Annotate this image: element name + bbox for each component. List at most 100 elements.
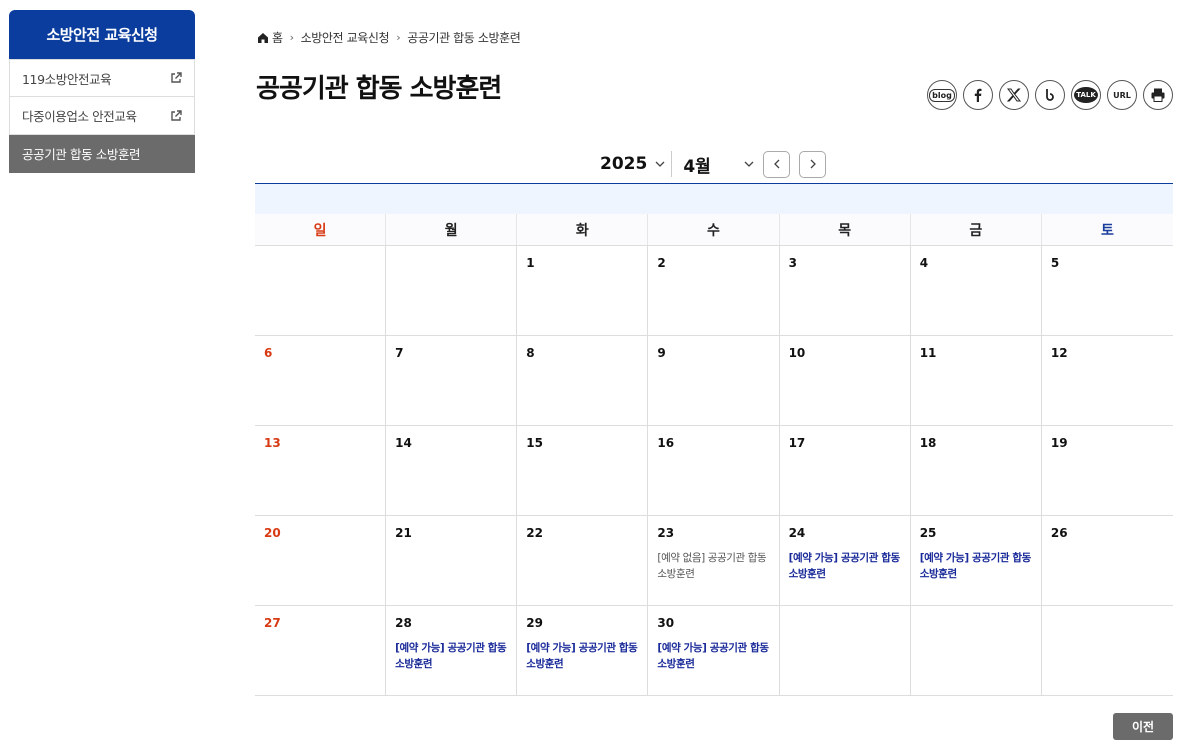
calendar-day-cell[interactable]: 12: [1041, 336, 1173, 426]
calendar-day-cell[interactable]: 14: [386, 426, 518, 516]
x-share-button[interactable]: [999, 80, 1029, 110]
calendar-day-cell[interactable]: 16: [648, 426, 780, 516]
sidebar-title: 소방안전 교육신청: [9, 10, 195, 59]
day-number: 7: [395, 346, 404, 360]
sidebar-item-multi-use[interactable]: 다중이용업소 안전교육: [9, 97, 195, 135]
calendar-day-cell[interactable]: 18: [910, 426, 1042, 516]
calendar-day-cell[interactable]: 27: [255, 606, 387, 696]
talk-icon: TALK: [1074, 87, 1098, 103]
calendar-day-cell[interactable]: 9: [648, 336, 780, 426]
calendar-day-cell[interactable]: 17: [779, 426, 911, 516]
calendar-event-link[interactable]: [예약 가능] 공공기관 합동 소방훈련: [395, 640, 507, 672]
year-value: 2025: [600, 154, 648, 174]
calendar-day-cell[interactable]: 3: [779, 246, 911, 336]
weekday-mon: 월: [386, 214, 518, 245]
url-icon: URL: [1113, 90, 1131, 100]
day-number: 26: [1050, 526, 1068, 540]
day-number: 24: [788, 526, 806, 540]
calendar-day-cell[interactable]: 24 [예약 가능] 공공기관 합동 소방훈련: [779, 516, 911, 606]
band-share-button[interactable]: [1035, 80, 1065, 110]
calendar-day-cell: [910, 606, 1042, 696]
sidebar-item-label: 공공기관 합동 소방훈련: [22, 147, 141, 162]
day-number: 12: [1050, 346, 1068, 360]
weekday-fri: 금: [910, 214, 1042, 245]
calendar-day-cell[interactable]: 7: [386, 336, 518, 426]
day-number: 25: [919, 526, 937, 540]
calendar-day-cell[interactable]: 23 [예약 없음] 공공기관 합동 소방훈련: [648, 516, 780, 606]
weekday-sun: 일: [255, 214, 387, 245]
chevron-down-icon: [655, 161, 665, 167]
kakaotalk-share-button[interactable]: TALK: [1071, 80, 1101, 110]
day-number: 10: [788, 346, 806, 360]
calendar-day-cell[interactable]: 25 [예약 가능] 공공기관 합동 소방훈련: [910, 516, 1042, 606]
day-number: 9: [657, 346, 666, 360]
prev-button[interactable]: 이전: [1113, 713, 1173, 740]
calendar-day-cell[interactable]: 1: [517, 246, 649, 336]
day-number: 15: [526, 436, 543, 450]
weekday-sat: 토: [1041, 214, 1173, 245]
breadcrumb-education[interactable]: 소방안전 교육신청: [301, 29, 390, 46]
url-copy-button[interactable]: URL: [1107, 80, 1137, 110]
blog-share-button[interactable]: blog: [927, 80, 957, 110]
month-select[interactable]: 4월: [672, 152, 754, 177]
calendar-day-cell[interactable]: 29 [예약 가능] 공공기관 합동 소방훈련: [517, 606, 649, 696]
chevron-right-icon: ›: [289, 31, 294, 44]
month-navigation: 2025 4월: [600, 150, 827, 178]
day-number: 8: [526, 346, 535, 360]
day-number: 27: [264, 616, 281, 630]
calendar-day-cell[interactable]: 22: [517, 516, 649, 606]
calendar-event-link[interactable]: [예약 가능] 공공기관 합동 소방훈련: [526, 640, 638, 672]
home-icon: [258, 32, 268, 43]
sidebar-item-joint-drill[interactable]: 공공기관 합동 소방훈련: [9, 135, 195, 173]
calendar-day-cell[interactable]: 26: [1041, 516, 1173, 606]
day-number: 2: [657, 256, 666, 270]
facebook-icon: [974, 88, 982, 102]
calendar-day-cell: [1041, 606, 1173, 696]
day-number: 16: [657, 436, 675, 450]
calendar-band: [255, 184, 1173, 214]
calendar-event-link[interactable]: [예약 없음] 공공기관 합동 소방훈련: [657, 550, 769, 582]
day-number: 20: [264, 526, 281, 540]
chevron-down-icon: [744, 161, 754, 167]
sidebar-item-119-safety[interactable]: 119소방안전교육: [9, 59, 195, 97]
blog-icon: blog: [929, 88, 955, 102]
band-icon: [1046, 89, 1054, 101]
calendar-day-cell[interactable]: 21: [386, 516, 518, 606]
day-number: 28: [395, 616, 412, 630]
calendar-grid: 1 2 3 4 5 6 7 8 9 10 11 12 13 14 15 16 17 18 19 20 21 22 23 [예약…: [255, 246, 1173, 696]
chevron-right-icon: ›: [396, 31, 401, 44]
breadcrumb-home[interactable]: 홈: [272, 29, 283, 46]
calendar-event-link[interactable]: [예약 가능] 공공기관 합동 소방훈련: [789, 550, 901, 582]
calendar-day-cell[interactable]: 5: [1041, 246, 1173, 336]
calendar-day-cell[interactable]: 6: [255, 336, 387, 426]
year-select[interactable]: 2025: [600, 151, 673, 177]
breadcrumb-current[interactable]: 공공기관 합동 소방훈련: [407, 29, 521, 46]
calendar-day-cell[interactable]: 11: [910, 336, 1042, 426]
weekday-thu: 목: [779, 214, 911, 245]
facebook-share-button[interactable]: [963, 80, 993, 110]
page-title: 공공기관 합동 소방훈련: [256, 74, 502, 104]
chevron-right-icon: [810, 159, 816, 169]
calendar-day-cell[interactable]: 30 [예약 가능] 공공기관 합동 소방훈련: [648, 606, 780, 696]
calendar-day-cell[interactable]: 28 [예약 가능] 공공기관 합동 소방훈련: [386, 606, 518, 696]
calendar-event-link[interactable]: [예약 가능] 공공기관 합동 소방훈련: [657, 640, 769, 672]
day-number: 30: [657, 616, 675, 630]
calendar-day-cell[interactable]: 13: [255, 426, 387, 516]
month-value: 4월: [683, 156, 711, 177]
sidebar: 소방안전 교육신청 119소방안전교육 다중이용업소 안전교육 공공기관 합동 …: [9, 10, 195, 173]
day-number: 13: [264, 436, 281, 450]
calendar-day-cell[interactable]: 20: [255, 516, 387, 606]
print-icon: [1151, 88, 1165, 102]
weekday-wed: 수: [648, 214, 780, 245]
print-button[interactable]: [1143, 80, 1173, 110]
calendar-day-cell[interactable]: 10: [779, 336, 911, 426]
prev-month-button[interactable]: [763, 150, 791, 178]
next-month-button[interactable]: [799, 150, 827, 178]
calendar-day-cell[interactable]: 2: [648, 246, 780, 336]
breadcrumb: 홈 › 소방안전 교육신청 › 공공기관 합동 소방훈련: [257, 29, 521, 46]
calendar-day-cell[interactable]: 8: [517, 336, 649, 426]
calendar-event-link[interactable]: [예약 가능] 공공기관 합동 소방훈련: [920, 550, 1032, 582]
calendar-day-cell[interactable]: 4: [910, 246, 1042, 336]
calendar-day-cell[interactable]: 15: [517, 426, 649, 516]
calendar-day-cell[interactable]: 19: [1041, 426, 1173, 516]
